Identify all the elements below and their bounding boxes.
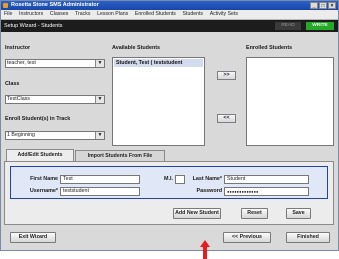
instructor-value: teacher, test (7, 60, 36, 66)
password-label: Password (196, 188, 222, 194)
read-mode-badge[interactable]: READ (275, 22, 301, 30)
maximize-button[interactable]: □ (319, 2, 327, 9)
chevron-down-icon[interactable]: ▼ (95, 96, 104, 103)
class-label: Class (5, 81, 20, 87)
available-students-label: Available Students (112, 45, 161, 51)
write-mode-badge[interactable]: WRITE (306, 22, 334, 30)
tab-add-edit-students[interactable]: Add/Edit Students (6, 149, 74, 161)
student-form: First Name Test M.I. Last Name* Student … (10, 166, 328, 199)
password-field[interactable]: ●●●●●●●●●●●●● (224, 187, 309, 196)
enrolled-students-list[interactable] (246, 57, 334, 146)
menu-bar: File Instructors Classes Tracks Lesson P… (1, 10, 338, 20)
menu-classes[interactable]: Classes (50, 10, 68, 19)
finished-button[interactable]: Finished (286, 232, 330, 243)
first-name-field[interactable]: Test (60, 175, 140, 184)
pointer-arrow-icon (203, 246, 207, 259)
menu-activity-sets[interactable]: Activity Sets (210, 10, 238, 19)
middle-initial-field[interactable] (175, 175, 185, 184)
previous-button[interactable]: << Previous (223, 232, 271, 243)
instructor-select[interactable]: teacher, test ▼ (5, 59, 105, 68)
track-value: 1 Beginning (7, 132, 35, 138)
first-name-label: First Name (30, 176, 58, 182)
track-label: Enroll Student(s) in Track (5, 116, 71, 122)
menu-tracks[interactable]: Tracks (75, 10, 90, 19)
chevron-down-icon[interactable]: ▼ (95, 60, 104, 67)
chevron-down-icon[interactable]: ▼ (95, 132, 104, 139)
close-button[interactable]: × (328, 2, 336, 9)
app-icon (3, 3, 8, 8)
save-button[interactable]: Save (286, 208, 311, 219)
list-item[interactable]: Student, Test ( teststudent (114, 59, 203, 67)
wizard-header: Setup Wizard - Students READ WRITE (1, 20, 338, 32)
add-new-student-button[interactable]: Add New Student (173, 208, 221, 219)
class-value: TestClass (7, 96, 30, 102)
class-select[interactable]: TestClass ▼ (5, 95, 105, 104)
middle-initial-label: M.I. (164, 176, 173, 182)
wizard-title: Setup Wizard - Students (4, 23, 63, 29)
menu-file[interactable]: File (4, 10, 12, 19)
username-field[interactable]: teststudent (60, 187, 140, 196)
title-bar: Rosetta Stone SMS Administrator _ □ × (1, 1, 338, 10)
tab-import-students[interactable]: Import Students From File (75, 150, 165, 161)
add-to-enrolled-button[interactable]: >> (217, 71, 236, 80)
menu-lesson-plans[interactable]: Lesson Plans (97, 10, 128, 19)
menu-instructors[interactable]: Instructors (19, 10, 43, 19)
username-label: Username* (29, 188, 58, 194)
instructor-label: Instructor (5, 45, 31, 51)
last-name-field[interactable]: Student (224, 175, 309, 184)
exit-wizard-button[interactable]: Exit Wizard (10, 232, 56, 243)
menu-students[interactable]: Students (183, 10, 203, 19)
minimize-button[interactable]: _ (310, 2, 318, 9)
track-select[interactable]: 1 Beginning ▼ (5, 131, 105, 140)
last-name-label: Last Name* (192, 176, 222, 182)
enrolled-students-label: Enrolled Students (246, 45, 293, 51)
remove-from-enrolled-button[interactable]: << (217, 114, 236, 123)
app-window: Rosetta Stone SMS Administrator _ □ × Fi… (0, 0, 339, 251)
window-title: Rosetta Stone SMS Administrator (11, 2, 99, 8)
add-edit-panel: First Name Test M.I. Last Name* Student … (4, 161, 334, 225)
available-students-list[interactable]: Student, Test ( teststudent (112, 57, 205, 146)
reset-button[interactable]: Reset (241, 208, 268, 219)
menu-enrolled-students[interactable]: Enrolled Students (135, 10, 176, 19)
